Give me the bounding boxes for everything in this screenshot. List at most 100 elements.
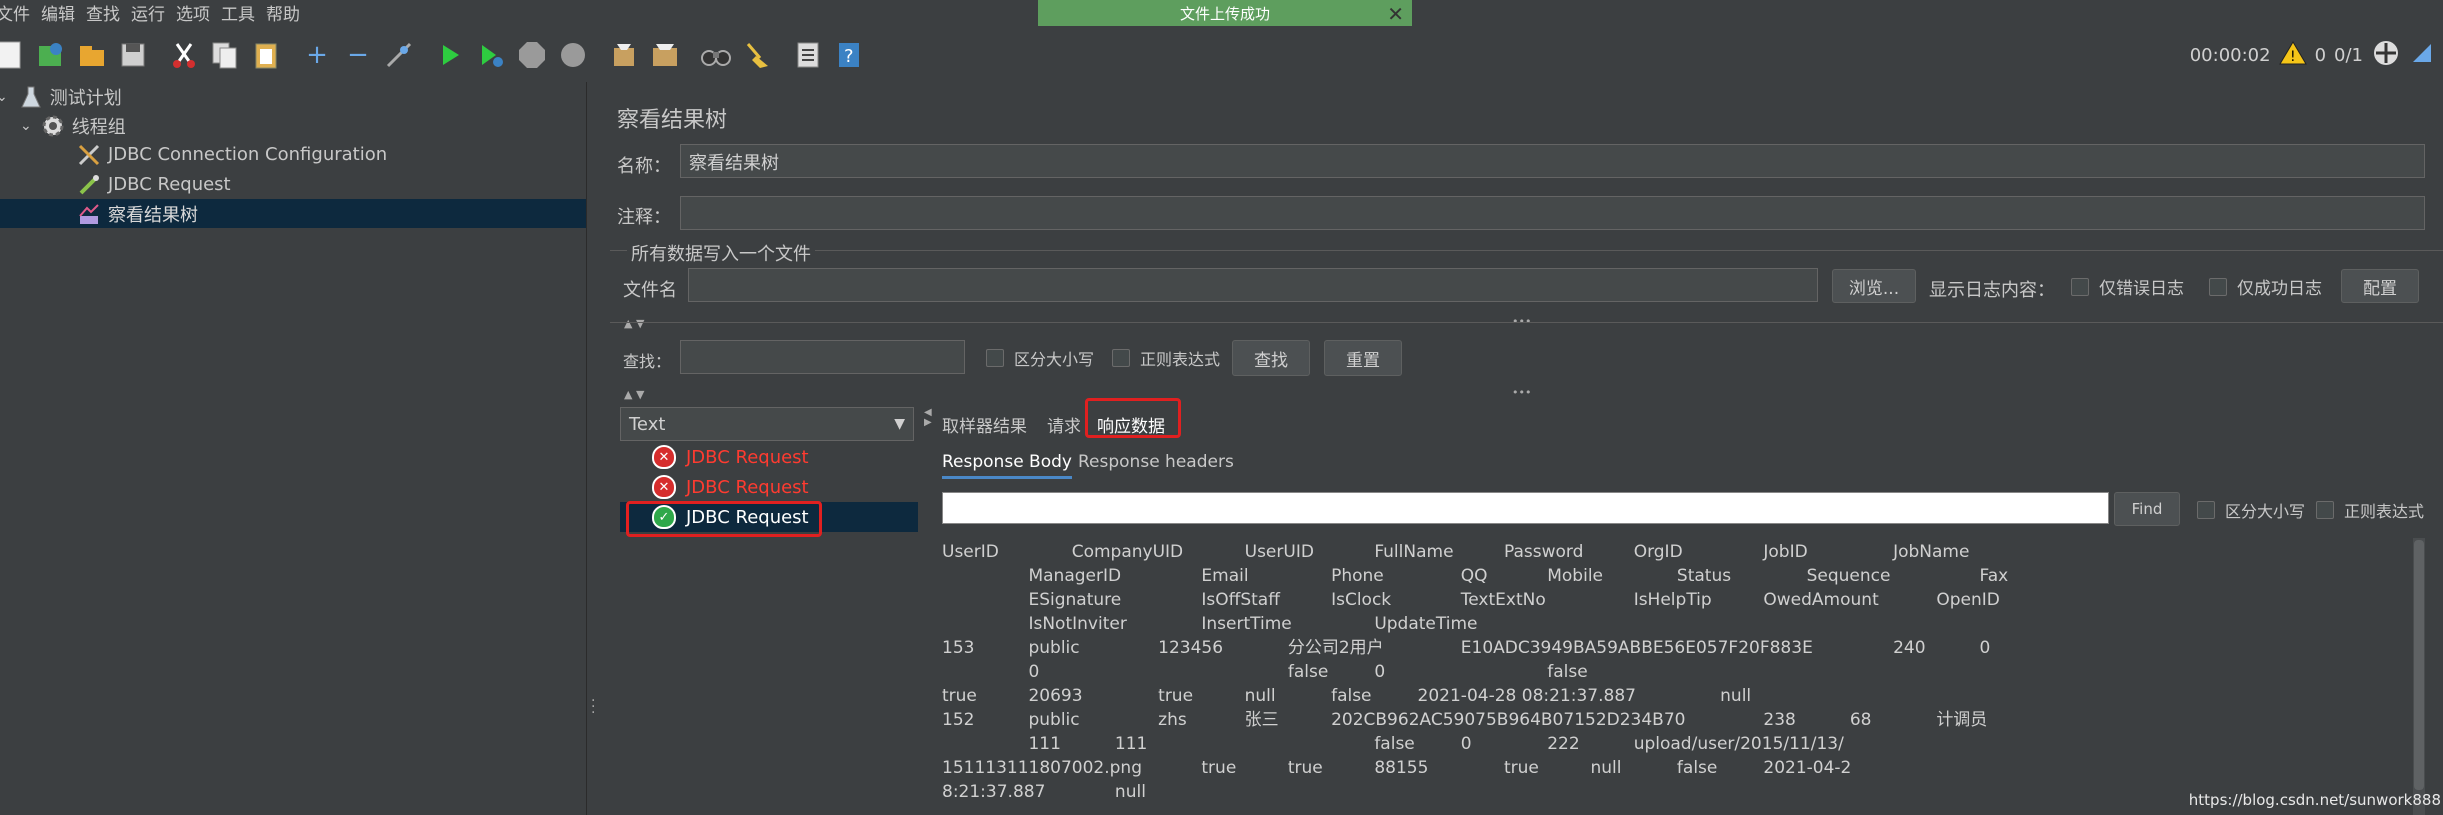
configure-button[interactable]: 配置 — [2341, 269, 2419, 303]
search-label: 查找： — [623, 352, 672, 371]
browse-button[interactable]: 浏览... — [1832, 269, 1916, 303]
chevron-down-icon: ▼ — [894, 416, 905, 432]
response-body-text[interactable]: UserID CompanyUID UserUID FullName Passw… — [942, 540, 2407, 815]
tree-item-thread-group[interactable]: ⌄ 线程组 — [20, 111, 126, 140]
menu-edit[interactable]: 编辑 — [41, 0, 86, 25]
thread-count: 0/1 — [2334, 44, 2363, 66]
warning-icon[interactable]: ! — [2278, 40, 2307, 71]
svg-text:?: ? — [844, 46, 854, 67]
help-icon[interactable]: ? — [831, 37, 867, 73]
flask-icon — [18, 84, 44, 110]
case-sensitive-checkbox[interactable]: 区分大小写 — [986, 346, 1094, 370]
result-label: JDBC Request — [686, 476, 809, 498]
stop-icon[interactable] — [514, 37, 550, 73]
reset-button[interactable]: 重置 — [1324, 340, 1402, 376]
shutdown-icon[interactable] — [555, 37, 591, 73]
pipette-icon — [76, 172, 102, 198]
collapse-icon[interactable]: − — [340, 37, 376, 73]
new-icon[interactable] — [0, 37, 28, 73]
filename-label: 文件名 — [623, 280, 677, 301]
function-helper-icon[interactable] — [790, 37, 826, 73]
elapsed-timer: 00:00:02 — [2189, 44, 2271, 66]
binoculars-icon[interactable] — [698, 37, 734, 73]
start-icon[interactable] — [432, 37, 468, 73]
success-only-checkbox[interactable]: 仅成功日志 — [2209, 274, 2322, 299]
tools-icon — [76, 142, 102, 168]
regex-checkbox[interactable]: 正则表达式 — [1112, 346, 1220, 370]
splitter-arrows-icon[interactable]: ▲ ▼ — [624, 388, 644, 401]
menu-options[interactable]: 选项 — [176, 0, 221, 25]
tab-sampler-result[interactable]: 取样器结果 — [942, 412, 1027, 437]
copy-icon[interactable] — [207, 37, 243, 73]
response-case-checkbox[interactable]: 区分大小写 — [2197, 498, 2305, 522]
page-title: 察看结果树 — [617, 108, 728, 133]
filename-field[interactable] — [688, 268, 1818, 302]
menu-run[interactable]: 运行 — [131, 0, 176, 25]
find-button[interactable]: 查找 — [1232, 340, 1310, 376]
errors-only-checkbox[interactable]: 仅错误日志 — [2071, 274, 2184, 299]
tab-request[interactable]: 请求 — [1047, 412, 1081, 437]
error-shield-icon: ✕ — [652, 475, 676, 499]
tree-label: JDBC Connection Configuration — [108, 144, 388, 165]
tree-item-jdbc-config[interactable]: JDBC Connection Configuration — [76, 140, 387, 169]
toast-text: 文件上传成功 — [1179, 4, 1270, 23]
tab-response-body[interactable]: Response Body — [942, 452, 1072, 479]
list-item[interactable]: ✕ JDBC Request — [620, 472, 809, 502]
drag-handle-icon[interactable]: · · · — [591, 694, 595, 720]
name-field[interactable]: 察看结果树 — [680, 144, 2425, 178]
tree-item-test-plan[interactable]: ⌄ 测试计划 — [0, 82, 122, 111]
broom-icon[interactable] — [739, 37, 775, 73]
tree-item-view-results-tree[interactable]: 察看结果树 — [0, 199, 586, 228]
test-plan-tree: ⌄ 测试计划 ⌄ 线程组 JDBC Connection Configurati… — [0, 82, 586, 815]
tree-label: 线程组 — [71, 116, 126, 138]
toggle-icon[interactable] — [381, 37, 417, 73]
menu-file[interactable]: 文件 — [0, 0, 41, 25]
response-find-button[interactable]: Find — [2114, 492, 2180, 526]
result-label: JDBC Request — [686, 446, 809, 468]
status-area: 00:00:02 ! 0 0/1 — [2190, 30, 2443, 80]
paste-icon[interactable] — [248, 37, 284, 73]
tab-response-headers[interactable]: Response headers — [1078, 452, 1234, 472]
tree-label: 察看结果树 — [108, 204, 198, 226]
splitter-dots-icon[interactable]: ••• — [1512, 386, 1531, 399]
highlight-box — [1085, 398, 1181, 438]
save-icon[interactable] — [115, 37, 151, 73]
name-label: 名称： — [617, 156, 671, 177]
warning-count: 0 — [2314, 44, 2327, 66]
response-scrollbar[interactable] — [2413, 538, 2425, 815]
templates-icon[interactable] — [33, 37, 69, 73]
menu-help[interactable]: 帮助 — [266, 0, 311, 25]
renderer-select[interactable]: Text ▼ — [620, 407, 914, 441]
chevron-down-icon[interactable]: ⌄ — [20, 118, 32, 134]
toolbar: + − ? 00:00:02 ! 0 0/1 — [0, 30, 2443, 80]
error-shield-icon: ✕ — [652, 445, 676, 469]
chevron-down-icon[interactable]: ⌄ — [0, 89, 8, 105]
close-icon[interactable]: ✕ — [1387, 2, 1404, 26]
search-field[interactable] — [680, 340, 965, 374]
splitter-dots-icon[interactable]: ••• — [1512, 315, 1531, 328]
response-regex-checkbox[interactable]: 正则表达式 — [2316, 498, 2424, 522]
remote-icon[interactable] — [2371, 38, 2401, 73]
comment-field[interactable] — [680, 196, 2425, 230]
tree-label: JDBC Request — [108, 174, 231, 195]
collapse-arrows-icon[interactable]: ◀ ▶ — [924, 408, 932, 428]
tree-item-jdbc-request[interactable]: JDBC Request — [76, 170, 231, 199]
log-content-label: 显示日志内容： — [1929, 280, 2055, 301]
menu-search[interactable]: 查找 — [86, 0, 131, 25]
start-no-pauses-icon[interactable] — [473, 37, 509, 73]
upload-success-toast: 文件上传成功 ✕ — [1038, 0, 1412, 26]
list-item[interactable]: ✕ JDBC Request — [620, 442, 809, 472]
expand-icon[interactable]: + — [299, 37, 335, 73]
svg-text:!: ! — [2290, 49, 2296, 65]
cut-icon[interactable] — [166, 37, 202, 73]
menu-tools[interactable]: 工具 — [221, 0, 266, 25]
response-find-input[interactable] — [942, 492, 2109, 524]
open-icon[interactable] — [74, 37, 110, 73]
log-viewer-icon[interactable] — [2409, 40, 2435, 71]
renderer-value: Text — [629, 413, 666, 435]
chart-icon — [76, 201, 102, 227]
gear-icon — [40, 113, 66, 139]
comment-label: 注释： — [617, 207, 671, 228]
clear-all-icon[interactable] — [647, 37, 683, 73]
clear-icon[interactable] — [606, 37, 642, 73]
